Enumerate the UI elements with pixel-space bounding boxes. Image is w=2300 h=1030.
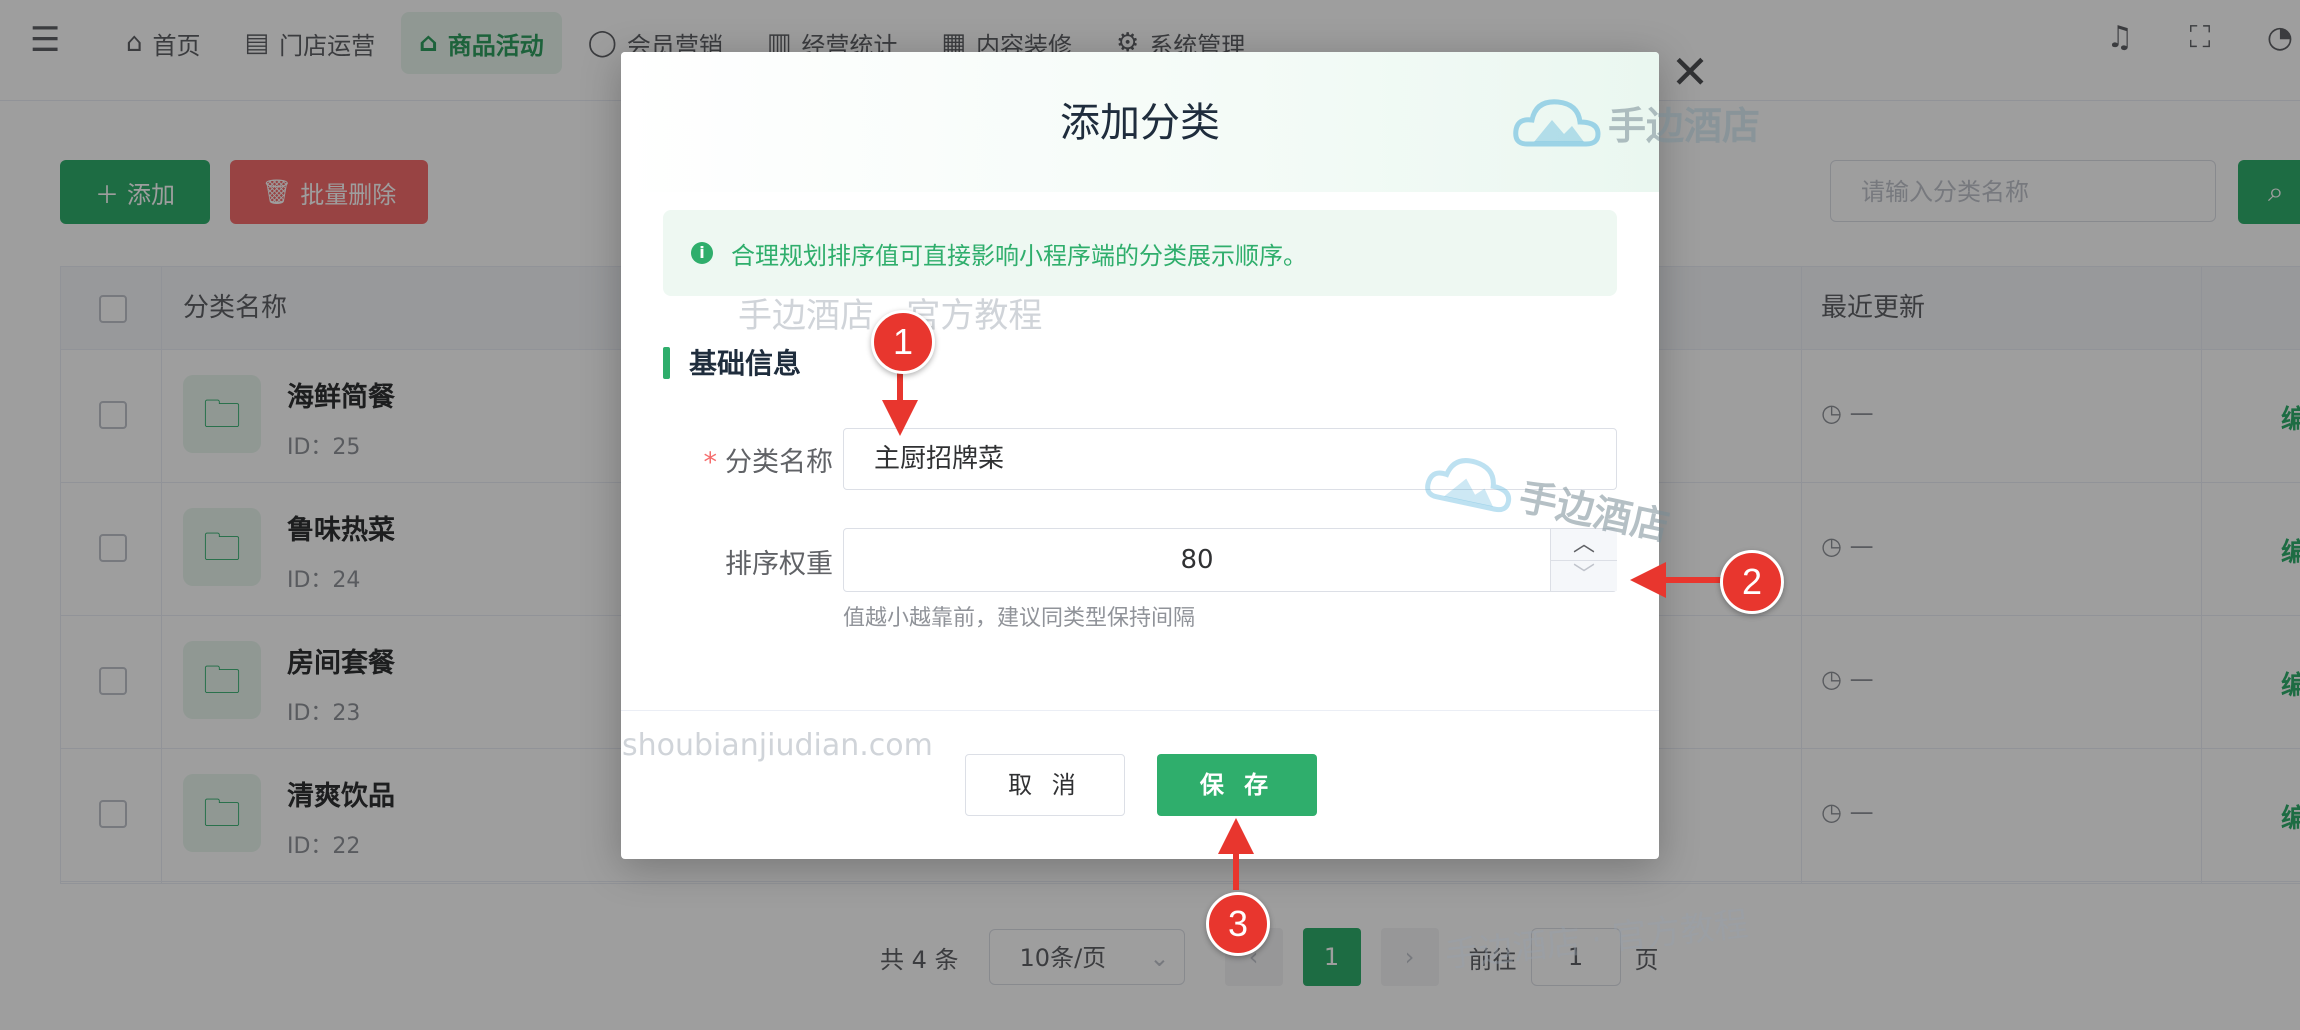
close-icon[interactable]: ✕ — [1668, 49, 1712, 95]
footer-divider — [621, 710, 1659, 711]
domain-watermark: shoubianjiudian.com — [622, 728, 933, 763]
decrement-button[interactable]: ﹀ — [1551, 560, 1617, 591]
dialog-header: 添加分类 — [621, 52, 1659, 192]
section-title: 基础信息 — [689, 347, 802, 380]
brand-watermark-text: 手边酒店 — [1608, 103, 1761, 148]
info-alert-text: 合理规划排序值可直接影响小程序端的分类展示顺序。 — [731, 242, 1307, 270]
info-alert: i 合理规划排序值可直接影响小程序端的分类展示顺序。 — [663, 210, 1617, 296]
sort-weight-input[interactable]: 80 — [844, 529, 1550, 591]
sort-weight-hint: 值越小越靠前，建议同类型保持间隔 — [843, 606, 1196, 631]
chevron-down-icon: ﹀ — [1572, 563, 1595, 588]
annotation-badge-1: 1 — [871, 310, 935, 374]
section-marker — [663, 347, 670, 379]
dialog-title: 添加分类 — [1060, 100, 1220, 146]
info-icon: i — [691, 242, 713, 264]
sort-weight-label: 排序权重 — [725, 549, 833, 580]
brand-watermark: 手边酒店 — [1512, 92, 1760, 152]
save-button[interactable]: 保 存 — [1157, 754, 1317, 816]
annotation-badge-2: 2 — [1720, 550, 1784, 614]
required-asterisk: * — [703, 447, 718, 478]
cloud-logo-icon — [1513, 99, 1601, 147]
annotation-badge-3: 3 — [1206, 892, 1270, 956]
sort-weight-stepper: 80 ︿ ﹀ — [843, 528, 1617, 592]
category-name-label-text: 分类名称 — [725, 447, 833, 478]
cancel-button[interactable]: 取 消 — [965, 754, 1125, 816]
category-name-label: * 分类名称 — [661, 440, 834, 479]
